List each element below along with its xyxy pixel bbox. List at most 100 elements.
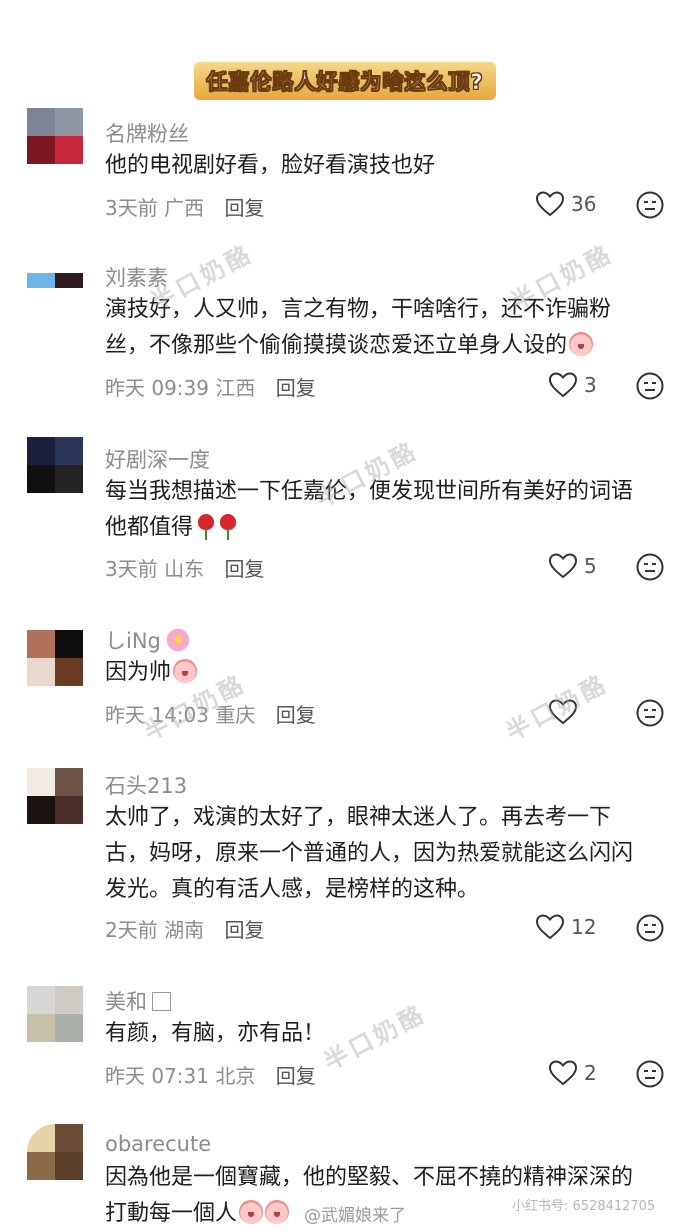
avatar-cell	[27, 658, 55, 686]
avatar[interactable]	[27, 986, 83, 1042]
avatar[interactable]	[27, 273, 83, 303]
comment-text: 演技好，人又帅，言之有物，干啥啥行，还不诈骗粉 丝，不像那些个偷偷摸摸谈恋爱还立…	[105, 292, 665, 364]
square-icon	[152, 992, 171, 1011]
meh-face-icon[interactable]	[636, 1060, 664, 1088]
avatar-cell	[55, 108, 83, 136]
avatar-cell	[55, 273, 83, 288]
rose-icon	[197, 514, 215, 540]
comment-time: 3天前	[105, 557, 158, 581]
comment-line: 他的电视剧好看，脸好看演技也好	[105, 153, 436, 178]
comment-text: 太帅了，戏演的太好了，眼神太迷人了。再去考一下 古，妈呀，原来一个普通的人，因为…	[105, 800, 665, 908]
username-text: 美和	[105, 990, 147, 1014]
header: 任嘉伦路人好感为啥这么顶?	[0, 62, 690, 100]
like-button[interactable]: 2	[548, 1059, 597, 1087]
like-count: 5	[584, 554, 597, 578]
avatar-cell	[27, 630, 55, 658]
avatar[interactable]	[27, 768, 83, 824]
avatar-cell	[27, 1014, 55, 1042]
comment-line-text: 因为帅	[105, 660, 172, 685]
flower-icon	[164, 627, 191, 653]
avatar-cell	[27, 768, 55, 796]
comment-line: 他都值得	[105, 510, 665, 546]
comment-line-text: 打動每一個人	[105, 1201, 238, 1226]
comment-line: 发光。真的有活人感，是榜样的这种。	[105, 877, 480, 902]
username[interactable]: 石头213	[105, 770, 187, 800]
avatar[interactable]	[27, 108, 83, 164]
avatar-cell	[55, 136, 83, 164]
comment-time: 昨天 09:39	[105, 376, 209, 400]
rose-icon	[219, 514, 237, 540]
like-count: 36	[571, 192, 597, 216]
like-button[interactable]: 5	[548, 552, 597, 580]
comment-location: 山东	[164, 557, 205, 581]
avatar[interactable]	[27, 437, 83, 493]
username[interactable]: 名牌粉丝	[105, 118, 189, 148]
username[interactable]: obarecute	[105, 1132, 211, 1156]
avatar[interactable]	[27, 1124, 83, 1180]
like-button[interactable]: 12	[535, 913, 596, 941]
like-count: 2	[584, 1061, 597, 1085]
reply-button[interactable]: 回复	[276, 1064, 316, 1088]
username-text: しiNg	[105, 629, 161, 653]
comment-time: 3天前	[105, 196, 158, 220]
emoji-icon	[569, 332, 594, 356]
comment-text: 他的电视剧好看，脸好看演技也好	[105, 148, 665, 184]
comment-location: 江西	[215, 376, 256, 400]
meh-face-icon[interactable]	[636, 914, 664, 942]
comment-meta: 昨天 09:39 江西 回复	[105, 372, 316, 401]
comment-line: 太帅了，戏演的太好了，眼神太迷人了。再去考一下	[105, 805, 612, 830]
like-button[interactable]: 3	[548, 371, 597, 399]
meh-face-icon[interactable]	[636, 699, 664, 727]
avatar-cell	[27, 986, 55, 1014]
avatar-cell	[55, 986, 83, 1014]
page-title: 任嘉伦路人好感为啥这么顶?	[194, 62, 496, 100]
avatar-cell	[27, 108, 55, 136]
comment-meta: 昨天 07:31 北京 回复	[105, 1060, 316, 1089]
avatar-cell	[55, 630, 83, 658]
comment-meta: 3天前 山东 回复	[105, 553, 264, 582]
username[interactable]: 好剧深一度	[105, 444, 210, 474]
comment-line-text: 丝，不像那些个偷偷摸摸谈恋爱还立单身人设的	[105, 333, 568, 358]
avatar-cell	[55, 465, 83, 493]
heart-outline-icon	[548, 1060, 578, 1086]
meh-face-icon[interactable]	[636, 553, 664, 581]
comment-time: 昨天 07:31	[105, 1064, 209, 1088]
heart-outline-icon	[548, 553, 578, 579]
emoji-icon	[239, 1200, 264, 1224]
comment-location: 湖南	[164, 918, 205, 942]
comment-line-text: 他都值得	[105, 515, 194, 540]
avatar-cell	[55, 1014, 83, 1042]
avatar-cell	[27, 796, 55, 824]
reply-button[interactable]: 回复	[224, 196, 264, 220]
heart-outline-icon	[535, 914, 565, 940]
avatar-cell	[55, 658, 83, 686]
avatar-cell	[55, 768, 83, 796]
comment-location: 广西	[164, 196, 205, 220]
like-button[interactable]: 36	[535, 190, 596, 218]
heart-outline-icon	[535, 191, 565, 217]
emoji-icon	[173, 659, 198, 683]
avatar-cell	[27, 1124, 55, 1152]
reply-button[interactable]: 回复	[276, 376, 316, 400]
avatar-cell	[27, 1152, 55, 1180]
avatar-cell	[27, 273, 55, 288]
avatar-cell	[27, 465, 55, 493]
avatar-cell	[27, 437, 55, 465]
weibo-credit: @武媚娘来了	[304, 1206, 406, 1226]
avatar-cell	[55, 796, 83, 824]
meh-face-icon[interactable]	[636, 372, 664, 400]
reply-button[interactable]: 回复	[276, 703, 316, 727]
meh-face-icon[interactable]	[636, 191, 664, 219]
avatar-cell	[55, 1124, 83, 1152]
reply-button[interactable]: 回复	[224, 918, 264, 942]
reply-button[interactable]: 回复	[224, 557, 264, 581]
like-count: 3	[584, 373, 597, 397]
avatar[interactable]	[27, 630, 83, 686]
xiaohongshu-id: 小红书号: 6528412705	[512, 1199, 656, 1214]
comment-line: 丝，不像那些个偷偷摸摸谈恋爱还立单身人设的	[105, 328, 665, 364]
username[interactable]: しiNg	[105, 625, 191, 655]
comment-line: 古，妈呀，原来一个普通的人，因为热爱就能这么闪闪	[105, 841, 634, 866]
like-count: 12	[571, 915, 597, 939]
heart-outline-icon	[548, 372, 578, 398]
username[interactable]: 美和	[105, 986, 171, 1016]
